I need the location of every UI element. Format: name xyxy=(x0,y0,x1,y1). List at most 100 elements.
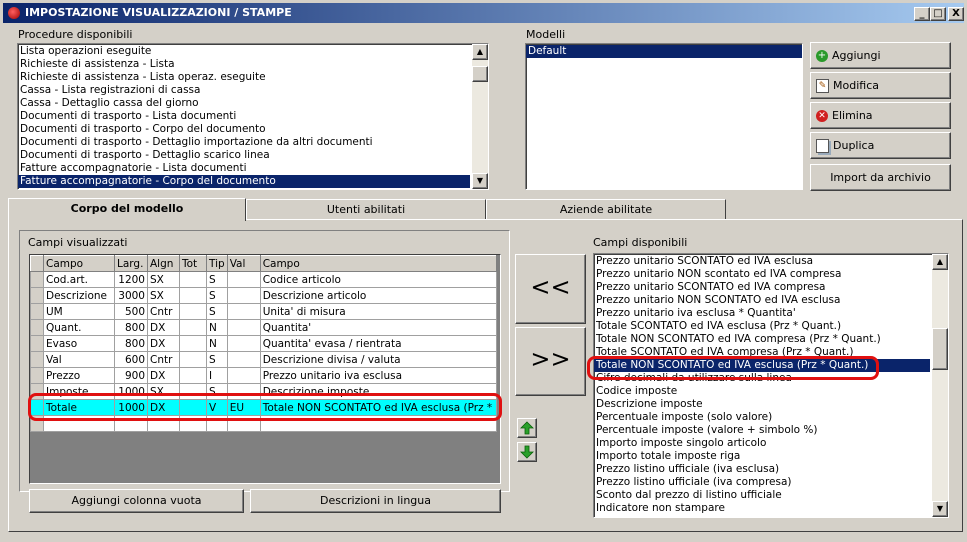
procedure-item[interactable]: Fatture accompagnatorie - Lista document… xyxy=(18,162,470,175)
campi-disponibili-item[interactable]: Prezzo unitario SCONTATO ed IVA esclusa xyxy=(594,255,930,268)
scroll-thumb[interactable] xyxy=(932,328,948,370)
procedure-item[interactable]: Documenti di trasporto - Dettaglio scari… xyxy=(18,149,470,162)
row-indicator[interactable] xyxy=(30,271,44,288)
minimize-button[interactable]: _ xyxy=(914,7,930,21)
cell-tot[interactable] xyxy=(179,335,207,352)
cell-descrizione[interactable]: Quantita' xyxy=(259,319,497,336)
cell-campo[interactable]: Val xyxy=(43,351,115,368)
table-row[interactable]: Cod.art. 1200 SX S Codice articolo xyxy=(30,271,497,288)
modifica-button[interactable]: ✎ Modifica xyxy=(810,72,951,99)
campi-disponibili-item[interactable]: Importo imposte singolo articolo xyxy=(594,437,930,450)
cell-descrizione[interactable]: Quantita' evasa / rientrata xyxy=(259,335,497,352)
campi-disponibili-item[interactable]: Indicatore non stampare xyxy=(594,502,930,515)
cell-tip[interactable]: S xyxy=(206,287,228,304)
cell-larg[interactable]: 600 xyxy=(114,351,148,368)
cell-tot[interactable] xyxy=(179,287,207,304)
procedure-item[interactable]: Richieste di assistenza - Lista xyxy=(18,58,470,71)
cell-algn[interactable]: DX xyxy=(147,335,180,352)
cell-val[interactable] xyxy=(226,303,261,320)
table-row[interactable]: Descrizione 3000 SX S Descrizione articolo xyxy=(30,287,497,304)
col-tot[interactable]: Tot xyxy=(179,255,207,272)
cell-campo[interactable]: Evaso xyxy=(43,335,115,352)
campi-disponibili-item[interactable]: Totale SCONTATO ed IVA esclusa (Prz * Qu… xyxy=(594,320,930,333)
cell-tip[interactable]: S xyxy=(206,303,228,320)
procedure-item[interactable]: Fatture accompagnatorie - Corpo del docu… xyxy=(18,175,470,188)
row-indicator[interactable] xyxy=(30,287,44,304)
campi-disponibili-item[interactable]: Importo totale imposte riga xyxy=(594,450,930,463)
col-campo[interactable]: Campo xyxy=(43,255,115,272)
row-indicator[interactable] xyxy=(30,319,44,336)
campi-disponibili-item[interactable]: Codice imposte xyxy=(594,385,930,398)
cell-larg[interactable]: 500 xyxy=(114,303,148,320)
campi-disponibili-item[interactable]: Percentuale imposte (valore + simbolo %) xyxy=(594,424,930,437)
close-button[interactable]: X xyxy=(948,7,964,21)
campi-grid[interactable]: Campo Larg. Algn Tot Tip Val Campo Cod.a… xyxy=(29,254,501,484)
modelli-list[interactable]: Default xyxy=(525,43,803,190)
table-row[interactable]: Evaso 800 DX N Quantita' evasa / rientrata xyxy=(30,335,497,352)
cell-tip[interactable]: I xyxy=(206,367,228,384)
cell-descrizione[interactable]: Prezzo unitario iva esclusa xyxy=(259,367,497,384)
move-down-button[interactable] xyxy=(517,442,537,462)
aggiungi-button[interactable]: + Aggiungi xyxy=(810,42,951,69)
campi-disponibili-item[interactable]: Prezzo unitario NON SCONTATO ed IVA escl… xyxy=(594,294,930,307)
tab-utenti-abilitati[interactable]: Utenti abilitati xyxy=(246,199,486,221)
cell-tot[interactable] xyxy=(179,319,207,336)
cell-val[interactable] xyxy=(226,319,261,336)
col-algn[interactable]: Algn xyxy=(147,255,180,272)
cell-val[interactable] xyxy=(226,367,261,384)
scroll-up-icon[interactable]: ▲ xyxy=(472,44,488,60)
cell-descrizione[interactable]: Codice articolo xyxy=(259,271,497,288)
procedure-item[interactable]: Documenti di trasporto - Dettaglio impor… xyxy=(18,136,470,149)
table-row[interactable]: UM 500 Cntr S Unita' di misura xyxy=(30,303,497,320)
import-button[interactable]: Import da archivio xyxy=(810,164,951,191)
campi-disponibili-item[interactable]: Prezzo unitario iva esclusa * Quantita' xyxy=(594,307,930,320)
scroll-down-icon[interactable]: ▼ xyxy=(472,173,488,189)
campi-disponibili-item[interactable]: Descrizione imposte xyxy=(594,398,930,411)
move-right-button[interactable]: >> xyxy=(515,327,586,396)
col-campo-desc[interactable]: Campo xyxy=(259,255,497,272)
maximize-button[interactable]: □ xyxy=(930,7,946,21)
cell-campo[interactable]: Descrizione xyxy=(43,287,115,304)
procedure-item[interactable]: Documenti di trasporto - Corpo del docum… xyxy=(18,123,470,136)
procedure-item[interactable]: Documenti di trasporto - Lista documenti xyxy=(18,110,470,123)
cell-campo[interactable]: Quant. xyxy=(43,319,115,336)
cell-tot[interactable] xyxy=(179,303,207,320)
cell-campo[interactable]: Prezzo xyxy=(43,367,115,384)
campi-disponibili-item[interactable]: Prezzo unitario NON scontato ed IVA comp… xyxy=(594,268,930,281)
table-row[interactable]: Quant. 800 DX N Quantita' xyxy=(30,319,497,336)
cell-descrizione[interactable]: Descrizione articolo xyxy=(259,287,497,304)
campi-disponibili-item[interactable]: Percentuale imposte (solo valore) xyxy=(594,411,930,424)
procedure-list[interactable]: Lista operazioni eseguite Richieste di as… xyxy=(17,43,489,190)
campi-disponibili-item[interactable]: Totale NON SCONTATO ed IVA compresa (Prz… xyxy=(594,333,930,346)
cell-descrizione[interactable]: Descrizione divisa / valuta xyxy=(259,351,497,368)
scroll-down-icon[interactable]: ▼ xyxy=(932,501,948,517)
campi-disponibili-scrollbar[interactable]: ▲ ▼ xyxy=(932,254,948,517)
row-indicator[interactable] xyxy=(30,303,44,320)
campi-disponibili-list[interactable]: Prezzo unitario SCONTATO ed IVA esclusa P… xyxy=(593,253,949,518)
campi-disponibili-item[interactable]: Prezzo listino ufficiale (iva compresa) xyxy=(594,476,930,489)
cell-campo[interactable]: Cod.art. xyxy=(43,271,115,288)
move-up-button[interactable] xyxy=(517,418,537,438)
cell-larg[interactable]: 900 xyxy=(114,367,148,384)
cell-tip[interactable]: S xyxy=(206,351,228,368)
row-indicator[interactable] xyxy=(30,351,44,368)
cell-tot[interactable] xyxy=(179,351,207,368)
cell-val[interactable] xyxy=(226,335,261,352)
procedure-item[interactable]: Cassa - Dettaglio cassa del giorno xyxy=(18,97,470,110)
aggiungi-colonna-button[interactable]: Aggiungi colonna vuota xyxy=(29,489,244,513)
row-indicator[interactable] xyxy=(30,367,44,384)
campi-disponibili-item[interactable]: Sconto dal prezzo di listino ufficiale xyxy=(594,489,930,502)
tab-aziende-abilitate[interactable]: Aziende abilitate xyxy=(486,199,726,221)
procedure-item[interactable]: Lista operazioni eseguite xyxy=(18,45,470,58)
cell-campo[interactable]: UM xyxy=(43,303,115,320)
cell-descrizione[interactable]: Unita' di misura xyxy=(259,303,497,320)
cell-algn[interactable]: Cntr xyxy=(147,351,180,368)
cell-tot[interactable] xyxy=(179,367,207,384)
cell-tip[interactable]: N xyxy=(206,319,228,336)
cell-larg[interactable]: 800 xyxy=(114,335,148,352)
cell-algn[interactable]: DX xyxy=(147,367,180,384)
elimina-button[interactable]: ✕ Elimina xyxy=(810,102,951,129)
scroll-up-icon[interactable]: ▲ xyxy=(932,254,948,270)
cell-tot[interactable] xyxy=(179,271,207,288)
col-val[interactable]: Val xyxy=(226,255,261,272)
